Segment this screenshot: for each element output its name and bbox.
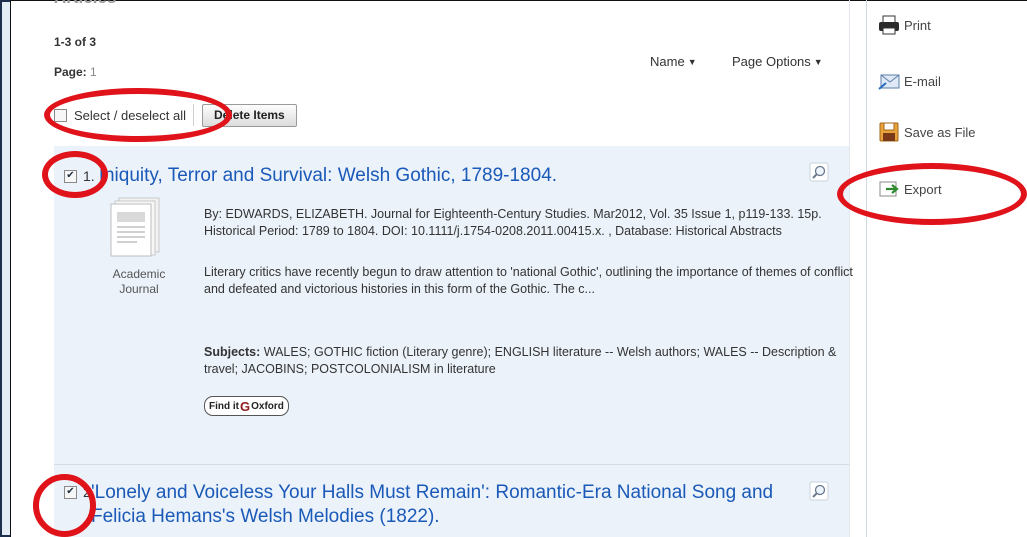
result-count: 1-3 of 3 — [54, 35, 97, 49]
select-toolbar: Select / deselect all Delete Items — [54, 100, 297, 130]
select-all-checkbox[interactable] — [54, 108, 67, 122]
chevron-down-icon: ▼ — [813, 57, 823, 67]
select-all-label[interactable]: Select / deselect all — [74, 108, 186, 123]
export-tool[interactable]: Export — [878, 178, 942, 200]
result-checkbox[interactable]: ✔ — [64, 169, 77, 183]
academic-journal-icon — [110, 197, 160, 257]
save-label: Save as File — [904, 124, 976, 140]
chevron-down-icon: ▼ — [687, 57, 697, 67]
page-number: 1 — [90, 65, 97, 79]
page-options-dropdown[interactable]: Page Options ▼ — [732, 54, 823, 69]
print-label: Print — [904, 17, 931, 33]
toolbar-separator — [193, 104, 195, 126]
sidebar-divider — [866, 0, 867, 537]
result-title-link[interactable]: 'Lonely and Voiceless Your Halls Must Re… — [91, 481, 791, 529]
sort-dropdown[interactable]: Name ▼ — [650, 54, 697, 69]
document-type-line: Journal — [119, 282, 159, 296]
citation-text: By: EDWARDS, ELIZABETH. Journal for Eigh… — [204, 207, 822, 238]
page-options-label: Page Options — [732, 54, 811, 69]
floppy-disk-icon — [879, 122, 899, 142]
oxford-logo-icon: G — [240, 398, 251, 414]
findit-suffix: Oxford — [251, 400, 284, 412]
section-title: Articles — [54, 0, 116, 8]
result-header: ✔ 1. Iniquity, Terror and Survival: Wels… — [64, 164, 557, 188]
result-number: 1. — [83, 168, 95, 184]
page-indicator: Page: 1 — [54, 65, 97, 79]
print-tool[interactable]: Print — [878, 14, 931, 36]
result-item: ✔ 2. 'Lonely and Voiceless Your Halls Mu… — [54, 465, 849, 537]
subjects-label: Subjects: — [204, 345, 261, 359]
result-checkbox[interactable]: ✔ — [64, 485, 77, 499]
result-item: ✔ 1. Iniquity, Terror and Survival: Wels… — [54, 146, 853, 464]
result-title-link[interactable]: Iniquity, Terror and Survival: Welsh Got… — [99, 164, 557, 188]
save-as-file-tool[interactable]: Save as File — [878, 121, 976, 143]
find-it-oxford-button[interactable]: Find it G Oxford — [204, 396, 289, 416]
magnifier-preview-icon[interactable] — [809, 162, 829, 182]
printer-icon — [879, 15, 899, 35]
document-type-line: Academic — [112, 267, 166, 281]
document-type: Academic Journal — [99, 267, 179, 297]
export-label: Export — [904, 181, 942, 197]
delete-items-button[interactable]: Delete Items — [202, 103, 297, 127]
sort-label: Name — [650, 54, 685, 69]
email-label: E-mail — [904, 73, 941, 89]
email-icon — [878, 74, 900, 90]
magnifier-preview-icon[interactable] — [809, 481, 829, 501]
subjects-text: Subjects: WALES; GOTHIC fiction (Literar… — [204, 344, 854, 378]
export-icon — [879, 181, 899, 197]
subjects-list: WALES; GOTHIC fiction (Literary genre); … — [204, 345, 837, 376]
page-label: Page: — [54, 65, 87, 79]
email-tool[interactable]: E-mail — [878, 70, 941, 92]
findit-prefix: Find it — [209, 400, 239, 412]
abstract-text: Literary critics have recently begun to … — [204, 265, 853, 296]
